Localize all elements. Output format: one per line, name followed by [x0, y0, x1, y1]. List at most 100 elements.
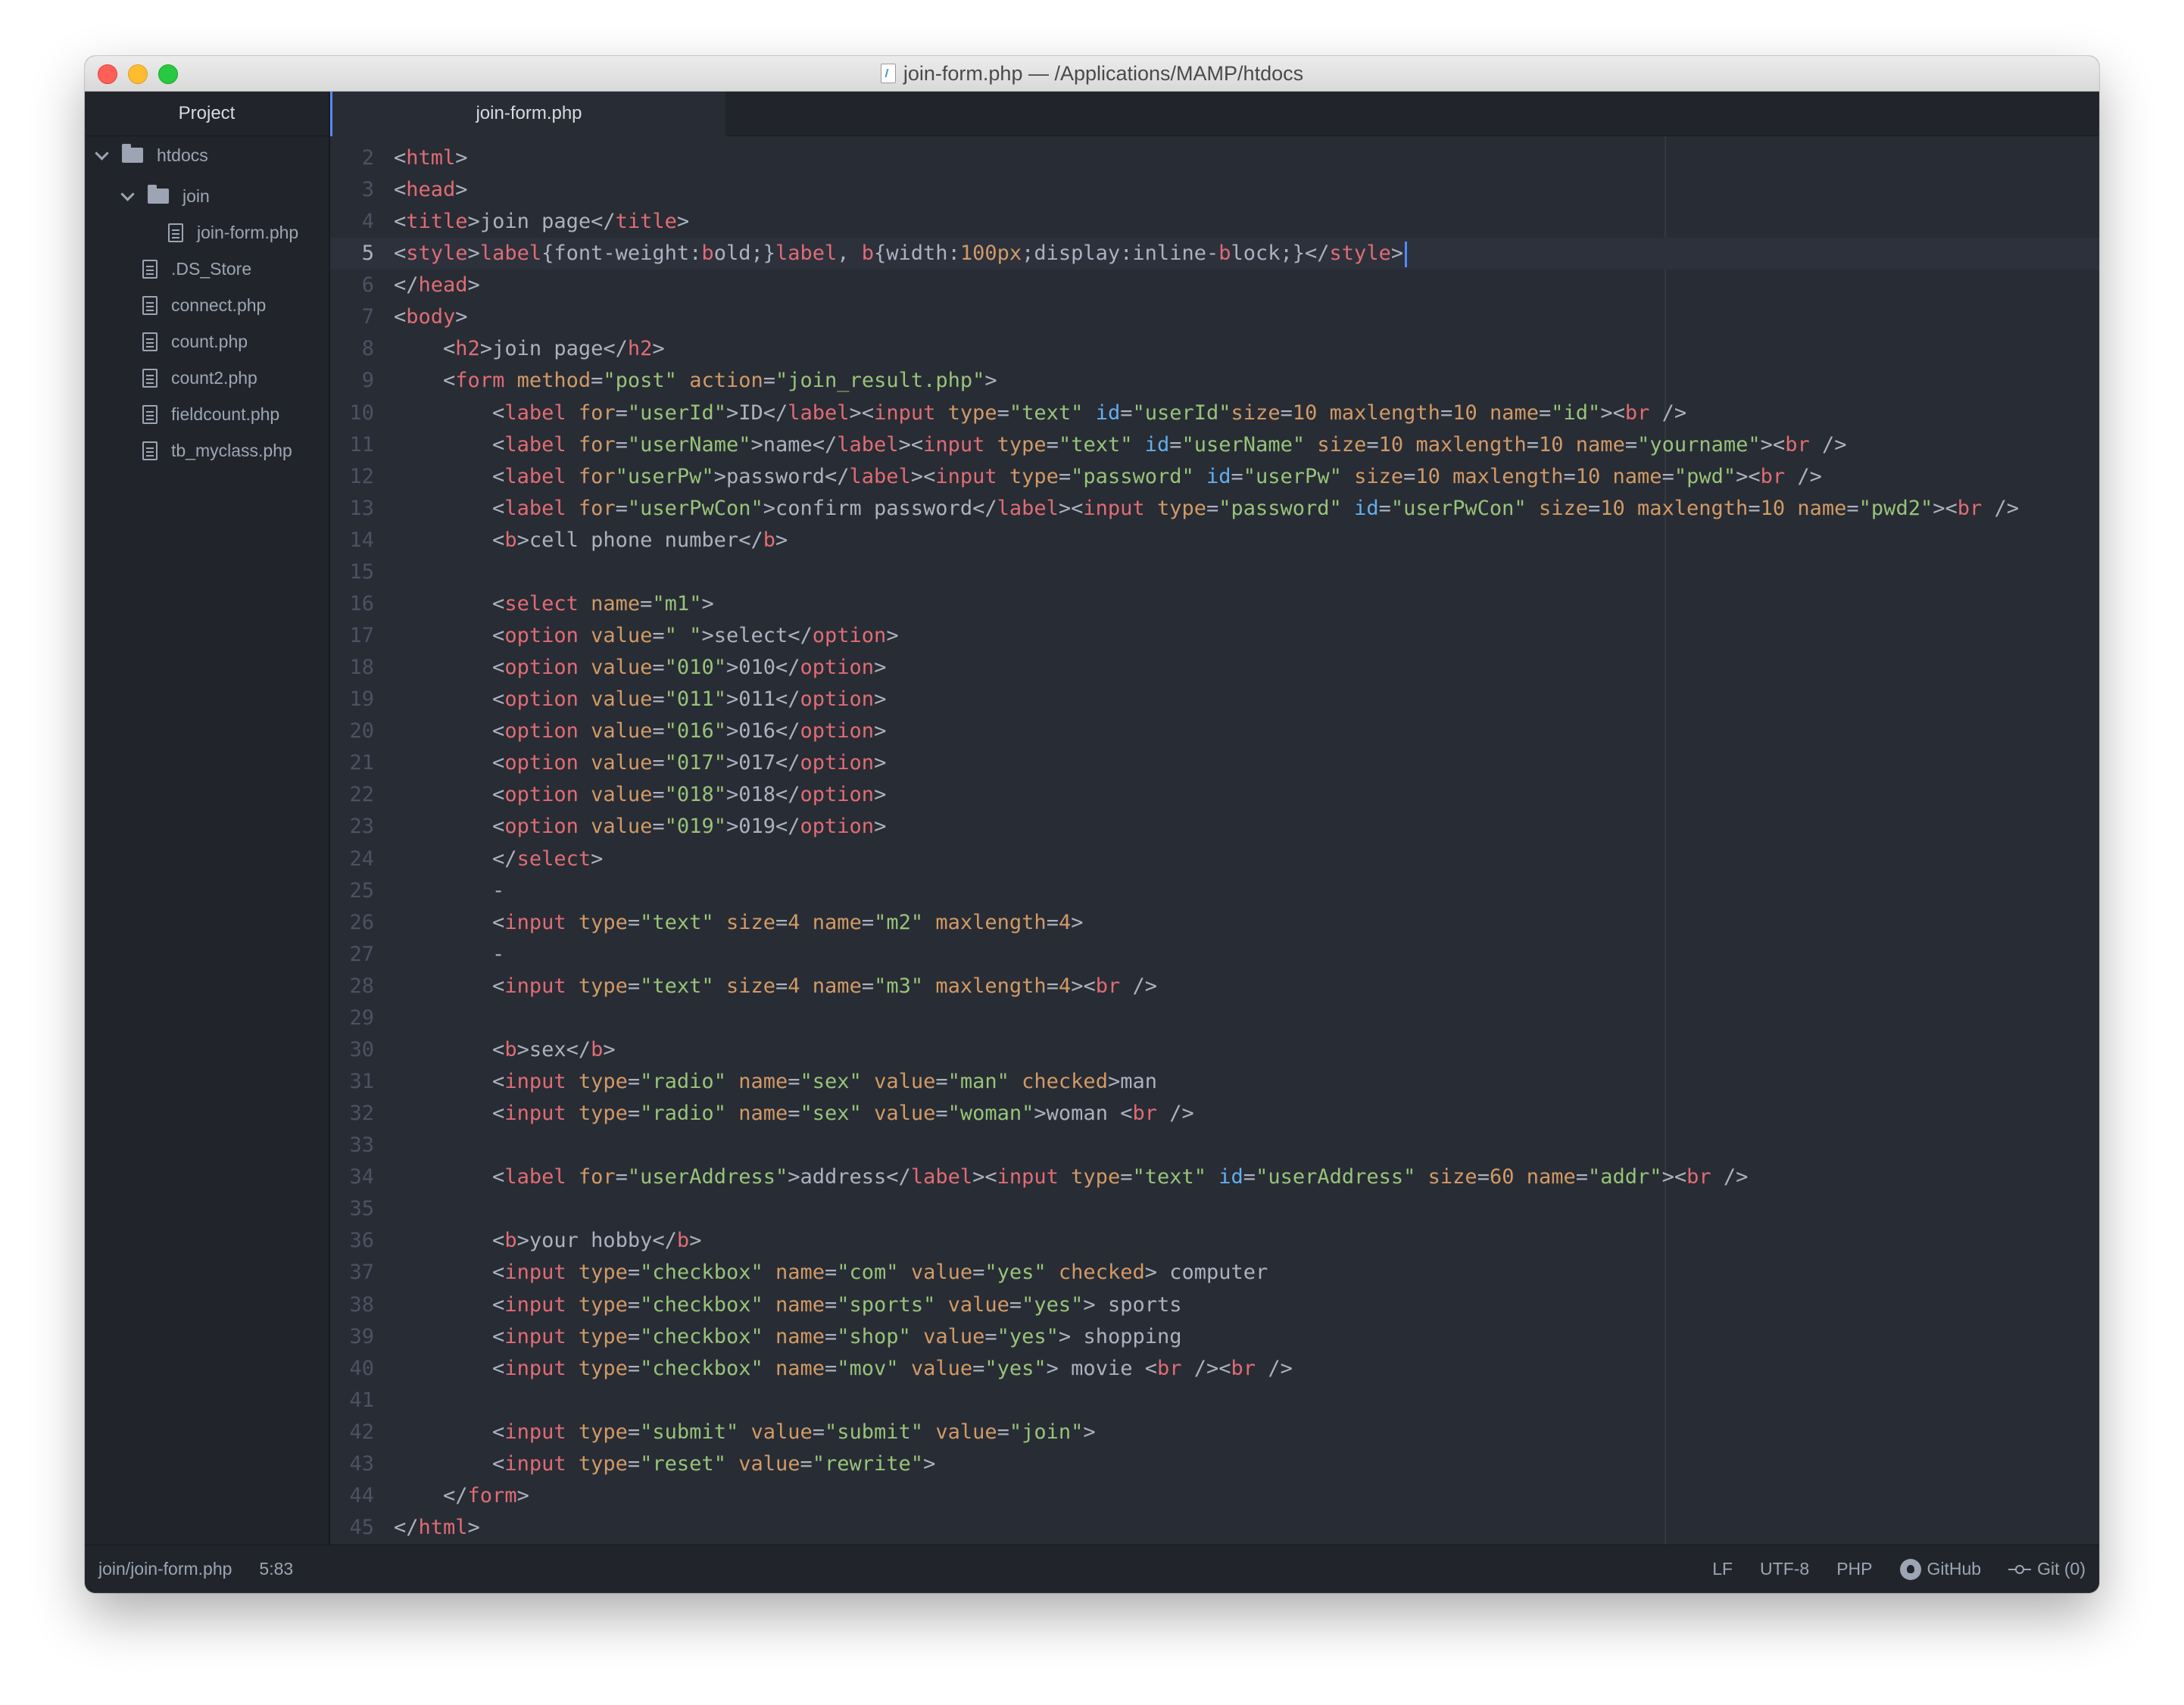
code-text[interactable]: <b>sex</b>: [394, 1034, 616, 1066]
code-line[interactable]: 30 <b>sex</b>: [330, 1034, 2099, 1066]
code-text[interactable]: <head>: [394, 174, 468, 206]
code-line[interactable]: 29: [330, 1002, 2099, 1034]
line-number[interactable]: 19: [330, 684, 374, 715]
line-number[interactable]: 43: [330, 1448, 374, 1480]
code-line[interactable]: 32 <input type="radio" name="sex" value=…: [330, 1098, 2099, 1130]
line-number[interactable]: 24: [330, 843, 374, 875]
line-number[interactable]: 28: [330, 971, 374, 1002]
line-number[interactable]: 21: [330, 747, 374, 779]
code-line[interactable]: 18 <option value="010">010</option>: [330, 652, 2099, 684]
line-number[interactable]: 44: [330, 1480, 374, 1512]
code-text[interactable]: </select>: [394, 843, 603, 875]
code-line[interactable]: 6 </head>: [330, 270, 2099, 301]
code-line[interactable]: 21 <option value="017">017</option>: [330, 747, 2099, 779]
line-number[interactable]: 13: [330, 493, 374, 525]
code-text[interactable]: <option value="010">010</option>: [394, 652, 886, 684]
line-number[interactable]: 11: [330, 429, 374, 461]
code-text[interactable]: <label for="userName">name</label><input…: [394, 429, 1846, 461]
status-file-path[interactable]: join/join-form.php: [98, 1559, 232, 1579]
git-button[interactable]: Git (0): [2008, 1559, 2086, 1579]
code-text[interactable]: <b>your hobby</b>: [394, 1225, 701, 1257]
status-cursor-position[interactable]: 5:83: [259, 1559, 293, 1579]
tree-file[interactable]: tb_myclass.php: [85, 432, 329, 469]
code-text[interactable]: <option value="016">016</option>: [394, 715, 886, 747]
code-text[interactable]: <input type="radio" name="sex" value="ma…: [394, 1066, 1157, 1098]
line-number[interactable]: 40: [330, 1353, 374, 1385]
title-bar[interactable]: join-form.php — /Applications/MAMP/htdoc…: [85, 56, 2099, 92]
code-text[interactable]: <input type="reset" value="rewrite">: [394, 1448, 935, 1480]
status-grammar[interactable]: PHP: [1836, 1559, 1872, 1579]
line-number[interactable]: 20: [330, 715, 374, 747]
code-line[interactable]: 39 <input type="checkbox" name="shop" va…: [330, 1321, 2099, 1353]
line-number[interactable]: 18: [330, 652, 374, 684]
code-text[interactable]: <input type="checkbox" name="com" value=…: [394, 1257, 1268, 1289]
code-line[interactable]: 38 <input type="checkbox" name="sports" …: [330, 1289, 2099, 1321]
code-line[interactable]: 28 <input type="text" size=4 name="m3" m…: [330, 971, 2099, 1002]
code-text[interactable]: <option value=" ">select</option>: [394, 620, 899, 652]
github-button[interactable]: GitHub: [1899, 1558, 1981, 1580]
code-text[interactable]: <label for="userAddress">address</label>…: [394, 1161, 1748, 1193]
line-number[interactable]: 8: [330, 333, 374, 365]
code-text[interactable]: <option value="017">017</option>: [394, 747, 886, 779]
code-line[interactable]: 10 <label for="userId">ID</label><input …: [330, 397, 2099, 429]
code-text[interactable]: </head>: [394, 270, 480, 301]
line-number[interactable]: 4: [330, 206, 374, 238]
code-text[interactable]: <title>join page</title>: [394, 206, 689, 238]
code-editor[interactable]: 2 <html> 3 <head> 4 <title>join page</title> 5…: [330, 136, 2099, 1544]
code-line[interactable]: 15: [330, 556, 2099, 588]
code-line[interactable]: 26 <input type="text" size=4 name="m2" m…: [330, 907, 2099, 939]
line-number[interactable]: 12: [330, 461, 374, 493]
line-number[interactable]: 3: [330, 174, 374, 206]
line-number[interactable]: 9: [330, 365, 374, 397]
line-number[interactable]: 25: [330, 875, 374, 907]
code-line[interactable]: 44 </form>: [330, 1480, 2099, 1512]
code-line[interactable]: 24 </select>: [330, 843, 2099, 875]
line-number[interactable]: 6: [330, 270, 374, 301]
line-number[interactable]: 27: [330, 939, 374, 971]
tree-file[interactable]: connect.php: [85, 287, 329, 323]
code-text[interactable]: -: [394, 875, 504, 907]
code-text[interactable]: <style>label{font-weight:bold;}label, b{…: [394, 238, 1408, 270]
line-number[interactable]: 35: [330, 1193, 374, 1225]
line-number[interactable]: 41: [330, 1385, 374, 1417]
tree-file[interactable]: fieldcount.php: [85, 396, 329, 432]
code-text[interactable]: <input type="radio" name="sex" value="wo…: [394, 1098, 1194, 1130]
tree-file[interactable]: count2.php: [85, 360, 329, 396]
code-text[interactable]: </form>: [394, 1480, 529, 1512]
line-number[interactable]: 42: [330, 1417, 374, 1448]
code-text[interactable]: <input type="checkbox" name="sports" val…: [394, 1289, 1181, 1321]
line-number[interactable]: 15: [330, 556, 374, 588]
code-text[interactable]: <label for="userId">ID</label><input typ…: [394, 397, 1686, 429]
line-number[interactable]: 29: [330, 1002, 374, 1034]
code-line[interactable]: 41: [330, 1385, 2099, 1417]
status-encoding[interactable]: UTF-8: [1760, 1559, 1809, 1579]
tree-folder[interactable]: htdocs: [85, 137, 329, 173]
code-line[interactable]: 20 <option value="016">016</option>: [330, 715, 2099, 747]
code-line[interactable]: 25 -: [330, 875, 2099, 907]
line-number[interactable]: 16: [330, 588, 374, 620]
line-number[interactable]: 32: [330, 1098, 374, 1130]
code-text[interactable]: <input type="checkbox" name="shop" value…: [394, 1321, 1181, 1353]
code-line[interactable]: 8 <h2>join page</h2>: [330, 333, 2099, 365]
line-number[interactable]: 39: [330, 1321, 374, 1353]
code-text[interactable]: <form method="post" action="join_result.…: [394, 365, 997, 397]
code-line[interactable]: 31 <input type="radio" name="sex" value=…: [330, 1066, 2099, 1098]
code-text[interactable]: <option value="018">018</option>: [394, 779, 886, 811]
chevron-down-icon[interactable]: [120, 186, 135, 201]
code-line[interactable]: 23 <option value="019">019</option>: [330, 811, 2099, 843]
code-line[interactable]: 40 <input type="checkbox" name="mov" val…: [330, 1353, 2099, 1385]
code-line[interactable]: 33: [330, 1130, 2099, 1161]
code-text[interactable]: <select name="m1">: [394, 588, 714, 620]
code-line[interactable]: 2 <html>: [330, 142, 2099, 174]
code-line[interactable]: 12 <label for"userPw">password</label><i…: [330, 461, 2099, 493]
code-line[interactable]: 19 <option value="011">011</option>: [330, 684, 2099, 715]
project-panel-header[interactable]: Project: [85, 92, 329, 136]
tree-file[interactable]: join-form.php: [85, 214, 329, 251]
line-number[interactable]: 7: [330, 301, 374, 333]
tree-folder[interactable]: join: [85, 178, 329, 214]
code-text[interactable]: <html>: [394, 142, 468, 174]
code-line[interactable]: 42 <input type="submit" value="submit" v…: [330, 1417, 2099, 1448]
line-number[interactable]: 34: [330, 1161, 374, 1193]
code-line[interactable]: 9 <form method="post" action="join_resul…: [330, 365, 2099, 397]
tree-file[interactable]: count.php: [85, 323, 329, 360]
